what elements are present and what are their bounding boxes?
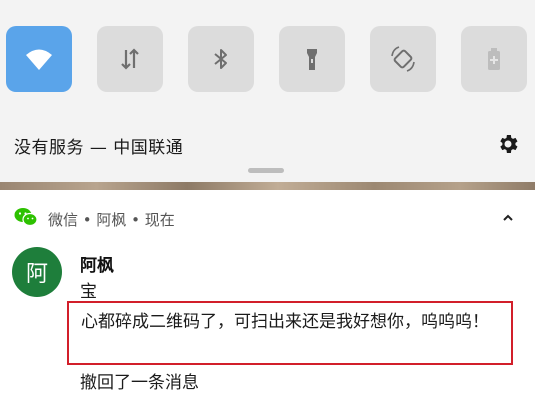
wifi-tile[interactable] — [6, 26, 72, 92]
gear-icon[interactable] — [496, 132, 520, 156]
flashlight-icon — [307, 49, 317, 70]
battery-icon — [488, 48, 500, 70]
message-line: 撤回了一条消息 — [80, 373, 199, 393]
wechat-notification[interactable]: 微信 • 阿枫 • 现在 阿 阿枫 宝 心都碎成二维码了，可扫出来还是我好想你，… — [0, 190, 535, 413]
mobile-data-tile[interactable] — [97, 26, 163, 92]
bluetooth-icon — [214, 49, 227, 69]
message-line: 心都碎成二维码了，可扫出来还是我好想你，呜呜呜！ — [81, 312, 489, 332]
avatar: 阿 — [12, 247, 62, 297]
battery-saver-tile[interactable] — [461, 26, 527, 92]
rotate-icon — [391, 46, 415, 72]
drag-handle[interactable] — [248, 168, 284, 173]
quick-settings-tiles — [0, 26, 535, 92]
auto-rotate-tile[interactable] — [370, 26, 436, 92]
notification-header: 微信 • 阿枫 • 现在 — [48, 211, 175, 229]
flashlight-tile[interactable] — [279, 26, 345, 92]
wifi-icon — [26, 49, 52, 70]
chevron-up-icon[interactable] — [500, 210, 516, 226]
wallpaper-strip — [0, 182, 535, 190]
message-line: 宝 — [80, 282, 97, 302]
quick-settings-panel: 没有服务 — 中国联通 — [0, 0, 535, 182]
sender-name: 阿枫 — [80, 256, 114, 276]
wechat-icon — [14, 208, 38, 227]
carrier-status-text: 没有服务 — 中国联通 — [14, 138, 184, 158]
bluetooth-tile[interactable] — [188, 26, 254, 92]
data-arrows-icon — [121, 48, 139, 70]
